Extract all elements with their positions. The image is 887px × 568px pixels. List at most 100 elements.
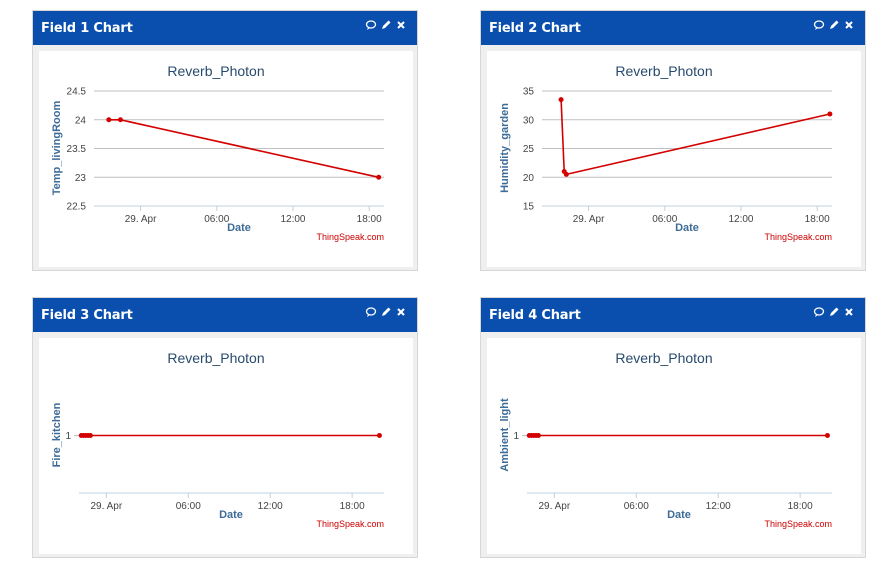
x-tick-label: 12:00	[258, 501, 283, 512]
data-point	[558, 97, 564, 103]
y-tick-label: 35	[523, 87, 535, 98]
data-point	[827, 111, 833, 117]
panel-icons	[813, 19, 855, 31]
y-tick-label: 1	[65, 431, 71, 442]
x-tick-label: 18:00	[357, 214, 382, 225]
y-axis-title: Fire_kitchen	[51, 402, 63, 467]
chart-title: Reverb_Photon	[167, 350, 264, 366]
x-tick-label: 29. Apr	[125, 214, 157, 225]
y-tick-label: 23.5	[67, 144, 87, 155]
y-tick-label: 22.5	[67, 202, 87, 213]
x-tick-label: 06:00	[204, 214, 229, 225]
x-tick-label: 06:00	[652, 214, 677, 225]
y-axis-title: Humidity_garden	[499, 103, 511, 193]
chart-area: Reverb_Photon 1 29. Apr 06:00 12:00 18:00 A…	[487, 338, 861, 554]
x-axis-title: Date	[675, 222, 699, 234]
panel-header: Field 3 Chart	[33, 298, 417, 332]
y-grid	[94, 90, 384, 207]
x-tick-label: 18:00	[788, 501, 813, 512]
y-tick-label: 1	[513, 431, 519, 442]
panel-icons	[365, 306, 407, 318]
panel-header: Field 4 Chart	[481, 298, 865, 332]
field-1-chart: Reverb_Photon 24.5 24 23.5 23 22.5 29. Apr 06…	[51, 63, 384, 242]
credit-link[interactable]: ThingSpeak.com	[764, 519, 832, 529]
chart-title: Reverb_Photon	[167, 63, 264, 79]
field-4-chart: Reverb_Photon 1 29. Apr 06:00 12:00 18:00 A…	[499, 350, 832, 529]
chart-title: Reverb_Photon	[615, 63, 712, 79]
series-group	[558, 97, 833, 177]
comment-icon[interactable]	[813, 306, 825, 318]
chart-title: Reverb_Photon	[615, 350, 712, 366]
panel-header: Field 1 Chart	[33, 11, 417, 45]
series-line	[560, 99, 831, 176]
credit-link[interactable]: ThingSpeak.com	[764, 232, 832, 242]
panel-title: Field 3 Chart	[41, 308, 133, 323]
data-point	[563, 171, 569, 177]
x-tick-label: 29. Apr	[90, 501, 122, 512]
x-tick-label: 18:00	[340, 501, 365, 512]
pencil-icon[interactable]	[380, 19, 392, 31]
comment-icon[interactable]	[365, 306, 377, 318]
data-point	[535, 433, 541, 438]
x-tick-label: 18:00	[805, 214, 830, 225]
y-ticks: 24.5 24 23.5 23 22.5	[67, 87, 87, 213]
chart-area: Reverb_Photon 24.5 24 23.5 23 22.5 29. Apr 06…	[39, 51, 413, 267]
pencil-icon[interactable]	[828, 306, 840, 318]
series-group	[526, 433, 830, 438]
y-tick-label: 30	[523, 115, 535, 126]
data-point	[87, 433, 93, 438]
x-ticks: 29. Apr 06:00 12:00 18:00	[573, 206, 830, 225]
x-tick-label: 12:00	[728, 214, 753, 225]
pencil-icon[interactable]	[828, 19, 840, 31]
field-2-panel: Field 2 Chart Reverb_Photon 35 30 25 20 15 2…	[480, 10, 866, 271]
credit-link[interactable]: ThingSpeak.com	[316, 232, 384, 242]
x-axis-title: Date	[667, 509, 691, 521]
y-ticks: 35 30 25 20 15	[523, 87, 535, 213]
close-icon[interactable]	[843, 19, 855, 31]
field-2-chart: Reverb_Photon 35 30 25 20 15 29. Apr 06:00 12:…	[499, 63, 833, 242]
y-axis-title: Temp_livingRoom	[51, 101, 63, 196]
panel-title: Field 4 Chart	[489, 308, 581, 323]
x-axis-title: Date	[227, 222, 251, 234]
data-point	[117, 117, 123, 123]
data-point	[106, 117, 112, 123]
x-tick-label: 06:00	[176, 501, 201, 512]
panel-title: Field 1 Chart	[41, 21, 133, 36]
field-4-panel: Field 4 Chart Reverb_Photon 1 29. Apr 06:…	[480, 297, 866, 558]
y-tick-label: 24.5	[67, 87, 87, 98]
close-icon[interactable]	[395, 306, 407, 318]
comment-icon[interactable]	[365, 19, 377, 31]
x-tick-label: 29. Apr	[538, 501, 570, 512]
chart-area: Reverb_Photon 35 30 25 20 15 29. Apr 06:00 12:…	[487, 51, 861, 267]
y-tick-label: 15	[523, 202, 535, 213]
field-1-panel: Field 1 Chart Reverb_Photon 24.5 24 23.5 23…	[32, 10, 418, 271]
y-tick-label: 23	[75, 173, 87, 184]
field-3-chart: Reverb_Photon 1 29. Apr 06:00 12:00 18:00 F…	[51, 350, 384, 529]
x-tick-label: 06:00	[624, 501, 649, 512]
close-icon[interactable]	[395, 19, 407, 31]
y-ticks: 1	[513, 431, 519, 442]
y-tick-label: 24	[75, 115, 87, 126]
y-ticks: 1	[65, 431, 71, 442]
panel-icons	[365, 19, 407, 31]
y-tick-label: 25	[523, 144, 535, 155]
x-tick-label: 12:00	[706, 501, 731, 512]
close-icon[interactable]	[843, 306, 855, 318]
data-point	[824, 433, 830, 438]
y-axis-title: Ambient_light	[499, 398, 511, 472]
x-ticks: 29. Apr 06:00 12:00 18:00	[125, 206, 382, 225]
panel-icons	[813, 306, 855, 318]
series-group	[78, 433, 382, 438]
pencil-icon[interactable]	[380, 306, 392, 318]
panel-header: Field 2 Chart	[481, 11, 865, 45]
x-tick-label: 29. Apr	[573, 214, 605, 225]
panel-title: Field 2 Chart	[489, 21, 581, 36]
data-point	[376, 433, 382, 438]
y-grid	[542, 90, 832, 207]
chart-area: Reverb_Photon 1 29. Apr 06:00 12:00 18:00 F…	[39, 338, 413, 554]
data-point	[376, 174, 382, 180]
field-3-panel: Field 3 Chart Reverb_Photon 1 29. Apr 06:…	[32, 297, 418, 558]
credit-link[interactable]: ThingSpeak.com	[316, 519, 384, 529]
comment-icon[interactable]	[813, 19, 825, 31]
y-tick-label: 20	[523, 173, 535, 184]
